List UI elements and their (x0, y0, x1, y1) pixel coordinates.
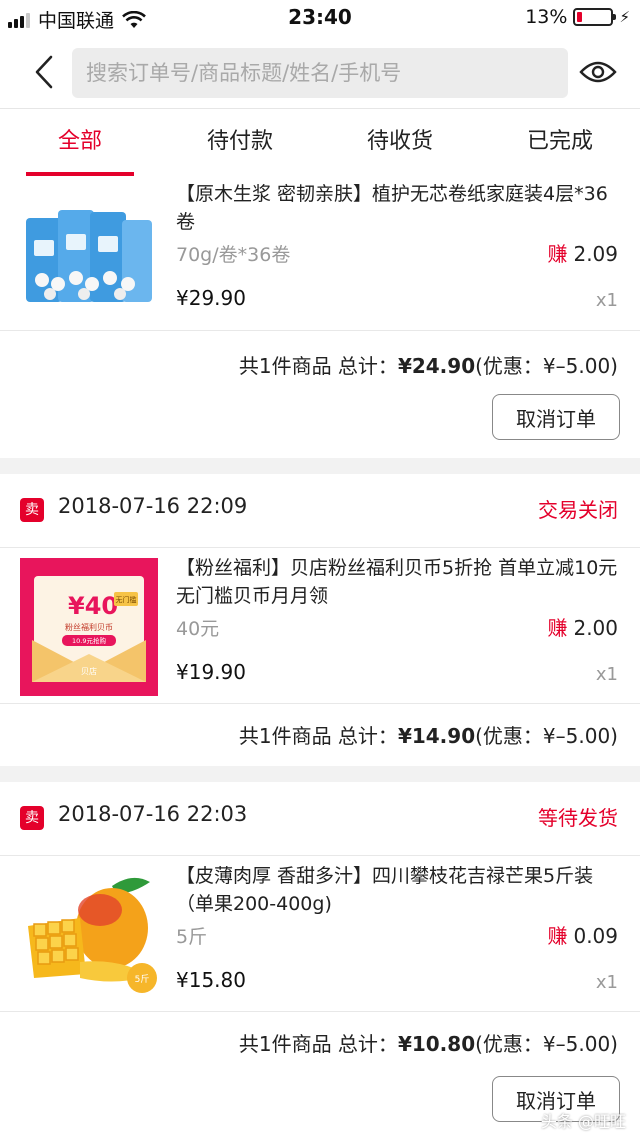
cancel-order-button[interactable]: 取消订单 (492, 394, 620, 440)
product-price: ¥19.90 (176, 660, 246, 684)
product-quantity: x1 (595, 664, 618, 685)
back-button[interactable] (26, 50, 62, 94)
summary-discount: (优惠：¥–5.00) (475, 354, 618, 378)
tab-pending-payment[interactable]: 待付款 (160, 109, 320, 178)
commission-value: 2.00 (573, 616, 618, 640)
order-header: 卖 2018-07-16 22:03 等待发货 (0, 782, 640, 856)
svg-text:贝店: 贝店 (81, 666, 97, 676)
product-quantity: x1 (595, 972, 618, 993)
header (0, 36, 640, 108)
commission-label: 赚 (547, 924, 568, 948)
summary-total: ¥14.90 (397, 724, 476, 748)
summary-prefix: 共1件商品 总计： (238, 354, 398, 378)
svg-text:粉丝福利贝币: 粉丝福利贝币 (65, 622, 113, 632)
commission-label: 赚 (547, 616, 568, 640)
product-title: 【粉丝福利】贝店粉丝福利贝币5折抢 首单立减10元 无门槛贝币月月领 (176, 557, 618, 607)
status-bar: 中国联通 23:40 13% ⚡ (0, 0, 640, 36)
order-time: 2018-07-16 22:09 (58, 494, 248, 518)
summary-total: ¥10.80 (397, 1032, 476, 1056)
seller-badge: 卖 (20, 498, 44, 522)
order-card: 【原木生浆 密韧亲肤】植护无芯卷纸家庭装4层*36卷 70g/卷*36卷 赚 2.… (0, 178, 640, 458)
product-title: 【皮薄肉厚 香甜多汁】四川攀枝花吉禄芒果5斤装（单果200-400g) (176, 865, 594, 915)
battery-percent: 13% (525, 6, 568, 28)
charging-icon: ⚡ (619, 8, 630, 26)
order-summary: 共1件商品 总计：¥14.90(优惠：¥–5.00) (239, 720, 618, 749)
product-image-mango: 5斤 (20, 866, 158, 1004)
product-price: ¥15.80 (176, 968, 246, 992)
order-item[interactable]: ¥40 无门槛 粉丝福利贝币 10.9元抢购 贝店 【粉丝福利】贝店粉丝福利贝币… (0, 548, 640, 704)
svg-text:¥40: ¥40 (68, 592, 118, 620)
product-image-coupon: ¥40 无门槛 粉丝福利贝币 10.9元抢购 贝店 (20, 558, 158, 696)
order-card: 卖 2018-07-16 22:09 交易关闭 ¥40 无门槛 粉丝福利贝币 1… (0, 474, 640, 766)
summary-total: ¥24.90 (397, 354, 476, 378)
seller-badge: 卖 (20, 806, 44, 830)
order-time: 2018-07-16 22:03 (58, 802, 248, 826)
eye-icon (579, 61, 617, 83)
eye-toggle-button[interactable] (578, 56, 618, 88)
commission: 赚 2.00 (547, 612, 618, 641)
order-summary: 共1件商品 总计：¥10.80(优惠：¥–5.00) (239, 1028, 618, 1057)
summary-discount: (优惠：¥–5.00) (475, 724, 618, 748)
chevron-left-icon (35, 55, 53, 89)
tab-completed[interactable]: 已完成 (480, 109, 640, 178)
watermark: 头条 @旺旺 (540, 1112, 626, 1131)
commission-value: 2.09 (573, 242, 618, 266)
commission-label: 赚 (547, 242, 568, 266)
product-title: 【原木生浆 密韧亲肤】植护无芯卷纸家庭装4层*36卷 (176, 183, 608, 233)
summary-discount: (优惠：¥–5.00) (475, 1032, 618, 1056)
order-item[interactable]: 5斤 【皮薄肉厚 香甜多汁】四川攀枝花吉禄芒果5斤装（单果200-400g) 5… (0, 856, 640, 1012)
summary-prefix: 共1件商品 总计： (238, 724, 398, 748)
order-item[interactable]: 【原木生浆 密韧亲肤】植护无芯卷纸家庭装4层*36卷 70g/卷*36卷 赚 2.… (0, 178, 640, 331)
search-input[interactable] (72, 48, 568, 98)
product-spec: 70g/卷*36卷 (176, 244, 291, 266)
product-price: ¥29.90 (176, 286, 246, 310)
order-card: 卖 2018-07-16 22:03 等待发货 5斤 【皮薄肉厚 香甜多汁】四川… (0, 782, 640, 1138)
order-list[interactable]: 【原木生浆 密韧亲肤】植护无芯卷纸家庭装4层*36卷 70g/卷*36卷 赚 2.… (0, 178, 640, 1138)
product-spec: 40元 (176, 618, 220, 640)
order-status: 等待发货 (538, 806, 618, 830)
svg-text:5斤: 5斤 (135, 974, 150, 985)
status-right: 13% ⚡ (525, 6, 630, 28)
svg-text:无门槛: 无门槛 (116, 595, 137, 604)
order-summary: 共1件商品 总计：¥24.90(优惠：¥–5.00) (239, 350, 618, 379)
commission: 赚 0.09 (547, 920, 618, 949)
battery-icon (573, 8, 617, 26)
tab-all[interactable]: 全部 (0, 109, 160, 178)
commission: 赚 2.09 (547, 238, 618, 267)
svg-text:10.9元抢购: 10.9元抢购 (72, 636, 106, 645)
product-spec: 5斤 (176, 926, 208, 948)
commission-value: 0.09 (573, 924, 618, 948)
product-image-tissue (20, 198, 158, 310)
summary-prefix: 共1件商品 总计： (238, 1032, 398, 1056)
order-status: 交易关闭 (538, 498, 618, 522)
order-tabs: 全部 待付款 待收货 已完成 (0, 108, 640, 178)
order-header: 卖 2018-07-16 22:09 交易关闭 (0, 474, 640, 548)
tab-pending-receipt[interactable]: 待收货 (320, 109, 480, 178)
product-quantity: x1 (595, 290, 618, 311)
